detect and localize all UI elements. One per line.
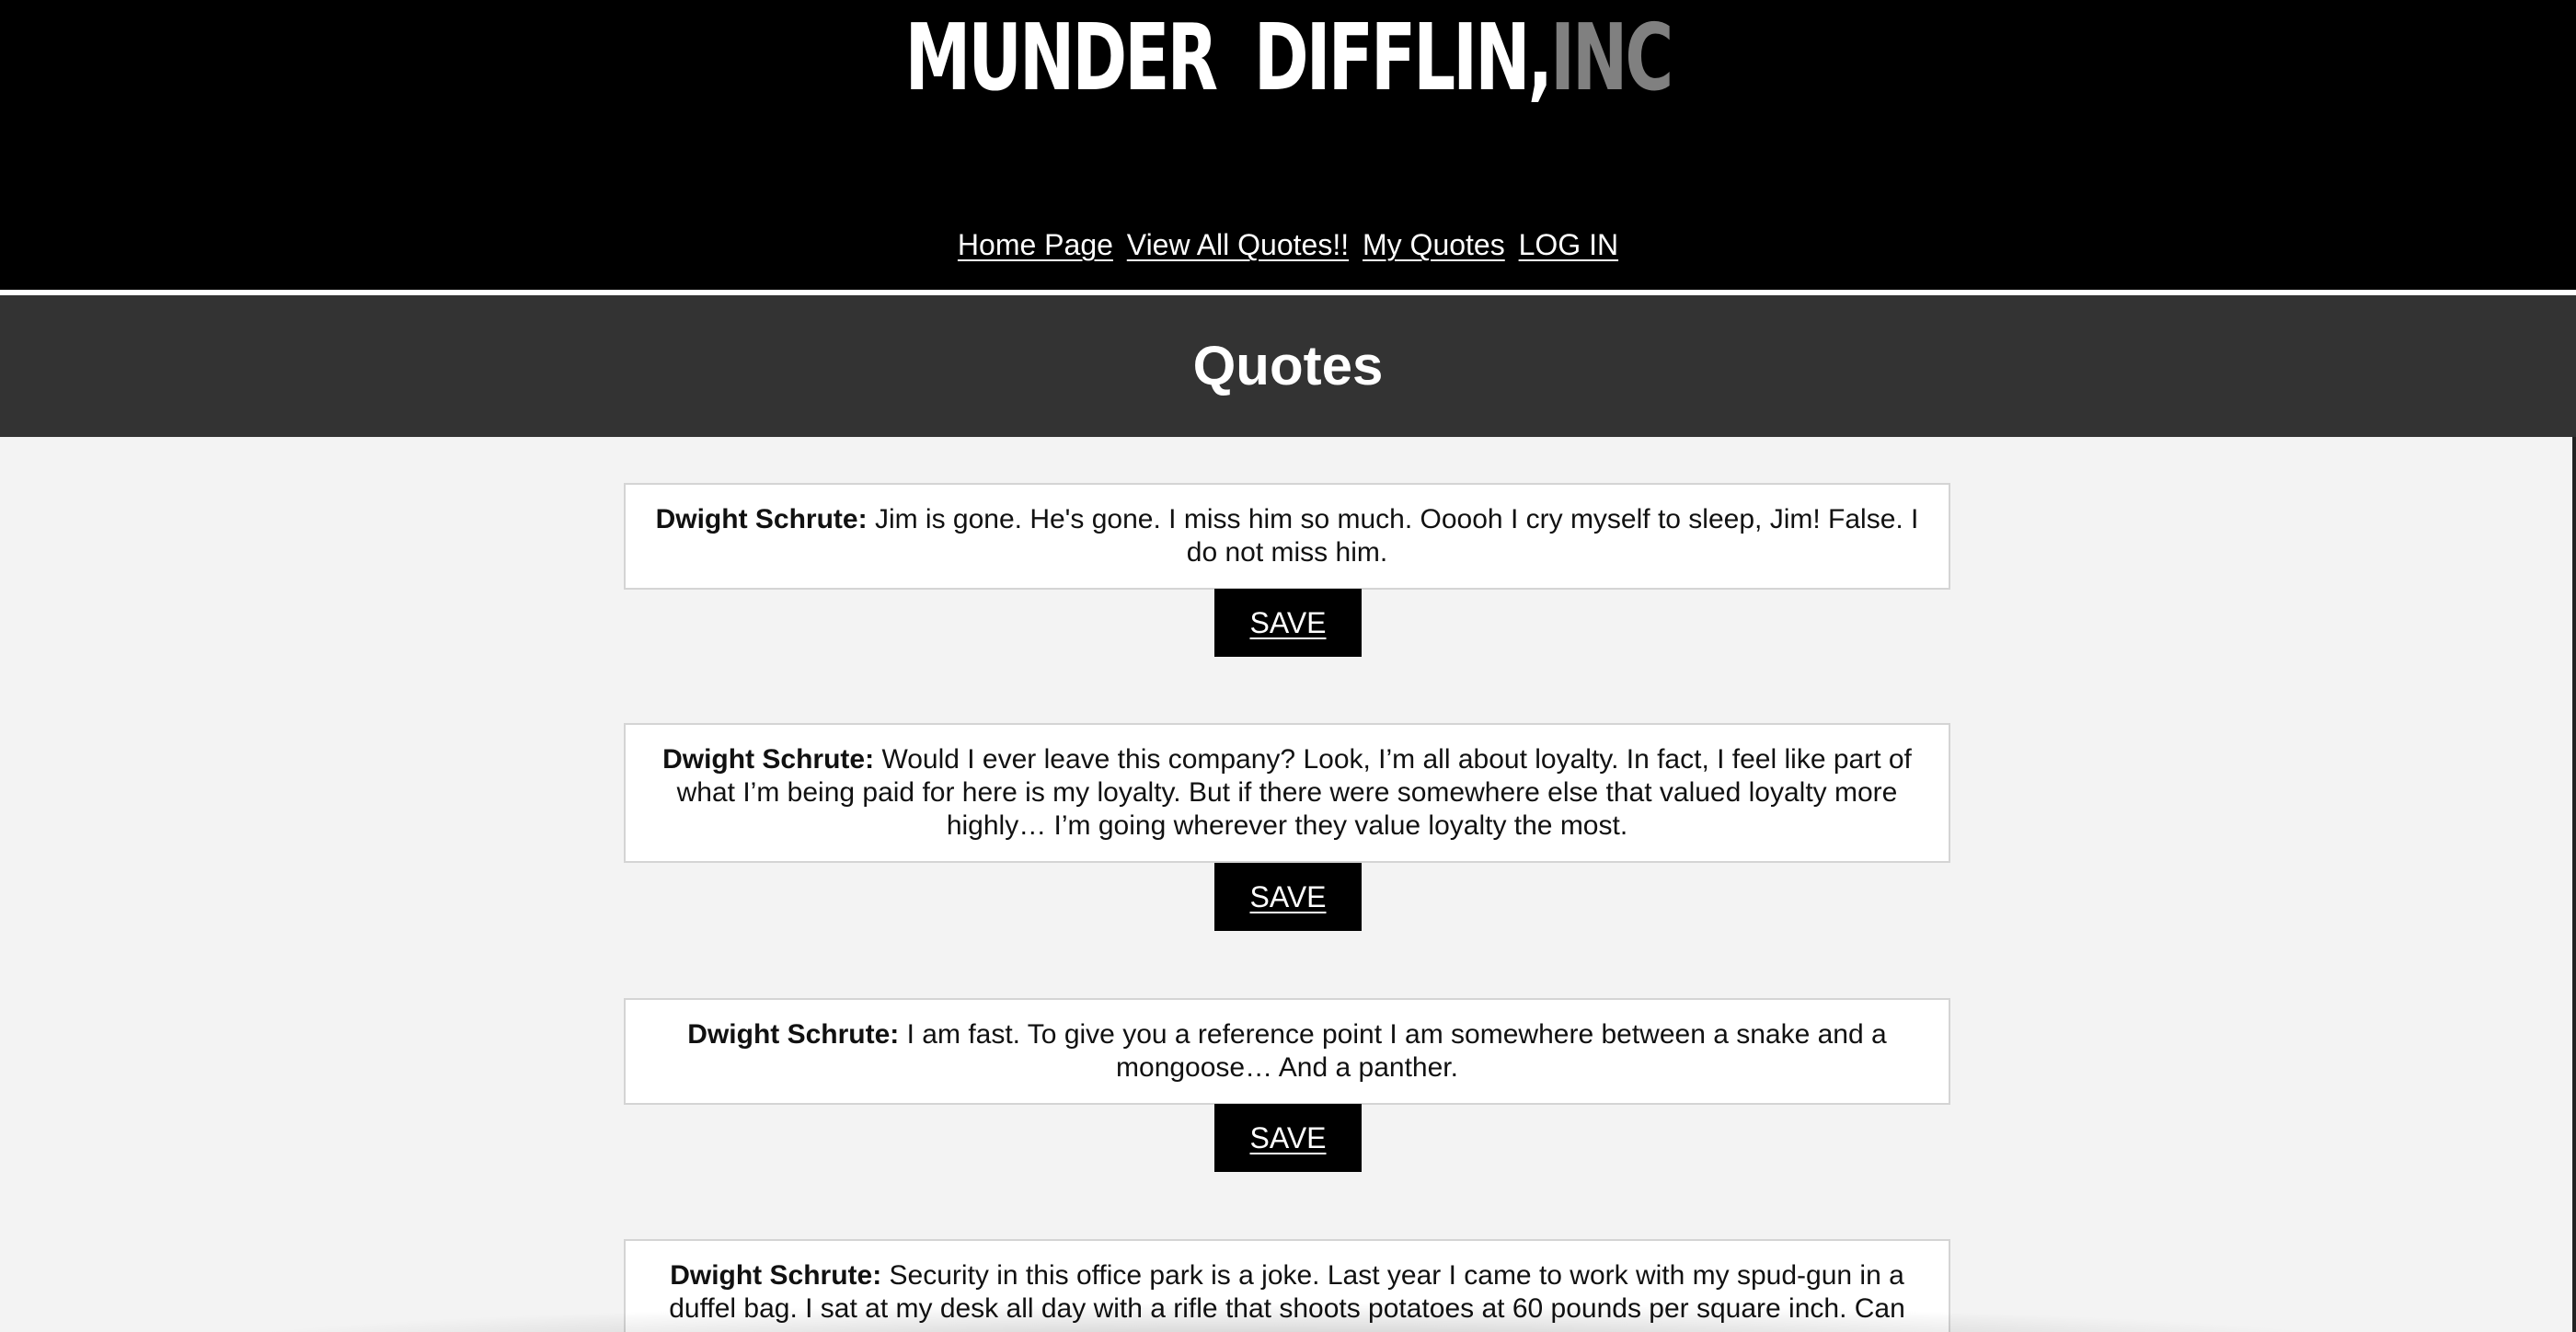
- window-edge: [2572, 437, 2576, 1332]
- save-quote-button[interactable]: SAVE: [1214, 863, 1362, 931]
- quote-speaker: Dwight Schrute:: [687, 1019, 900, 1050]
- nav-link-my-quotes[interactable]: My Quotes: [1363, 228, 1505, 261]
- page-title: Quotes: [1192, 335, 1384, 396]
- quote-card: Dwight Schrute: Would I ever leave this …: [624, 723, 1950, 863]
- page-title-band: Quotes: [0, 295, 2576, 437]
- nav-link-view-all-quotes[interactable]: View All Quotes!!: [1127, 228, 1349, 261]
- quote-speaker: Dwight Schrute:: [662, 744, 875, 775]
- nav-link-home[interactable]: Home Page: [958, 228, 1113, 261]
- quote-speaker: Dwight Schrute:: [655, 504, 868, 534]
- quote-card: Dwight Schrute: I am fast. To give you a…: [624, 998, 1950, 1105]
- quote-card: Dwight Schrute: Security in this office …: [624, 1239, 1950, 1332]
- page: MUNDER DIFFLIN,INC Home Page View All Quo…: [0, 0, 2576, 1332]
- quote-text: I am fast. To give you a reference point…: [906, 1019, 1887, 1083]
- main-nav: Home Page View All Quotes!! My Quotes LO…: [0, 221, 2576, 269]
- nav-link-log-in[interactable]: LOG IN: [1519, 228, 1618, 261]
- quote-speaker: Dwight Schrute:: [670, 1260, 882, 1291]
- quote-text: Jim is gone. He's gone. I miss him so mu…: [874, 504, 1919, 568]
- logo-word-difflin: DIFFLIN,: [1253, 4, 1553, 111]
- save-quote-button[interactable]: SAVE: [1214, 1104, 1362, 1172]
- logo-word-inc: INC: [1550, 4, 1673, 111]
- logo-word-munder: MUNDER: [904, 4, 1218, 111]
- save-quote-button[interactable]: SAVE: [1214, 589, 1362, 657]
- site-header: MUNDER DIFFLIN,INC Home Page View All Quo…: [0, 0, 2576, 290]
- quote-card: Dwight Schrute: Jim is gone. He's gone. …: [624, 483, 1950, 590]
- site-logo[interactable]: MUNDER DIFFLIN,INC: [361, 4, 2215, 112]
